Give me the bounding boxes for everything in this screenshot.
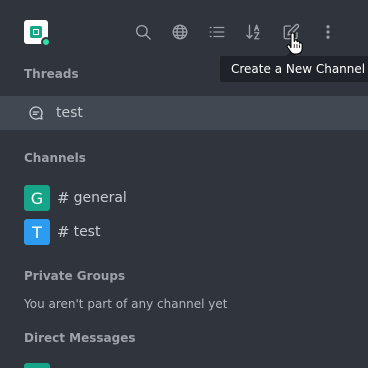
search-button[interactable] [133,22,153,42]
channel-name: general [73,190,127,206]
sidebar-header [0,0,368,64]
direct-messages-section-title: Direct Messages [24,331,136,345]
channel-avatar: G [24,185,50,211]
thread-item-label: test [56,105,83,121]
channel-item-general[interactable]: G # general [24,185,344,211]
globe-icon [172,24,188,40]
channel-avatar: T [24,219,50,245]
direct-message-avatar[interactable] [24,363,50,368]
directory-button[interactable] [170,22,190,42]
search-icon [135,24,151,40]
channels-section-title: Channels [24,151,86,165]
hashtag-icon: # [57,223,70,241]
channel-item-test[interactable]: T # test [24,219,344,245]
online-status-dot [41,37,51,47]
threads-section-title: Threads [24,67,79,81]
thread-bubble-icon [29,106,43,120]
user-avatar[interactable] [24,20,51,47]
hand-pointer-cursor-icon [286,32,303,55]
view-mode-button[interactable] [207,22,227,42]
thread-item-test[interactable]: test [0,96,368,130]
hashtag-icon: # [57,189,70,207]
kebab-menu-icon [326,25,330,39]
options-menu-button[interactable] [318,22,338,42]
private-groups-empty-text: You aren't part of any channel yet [24,297,228,311]
sort-az-icon [246,24,260,40]
avatar-logo [30,26,42,38]
create-channel-tooltip: Create a New Channel [220,51,368,82]
list-view-icon [209,26,225,38]
private-groups-section-title: Private Groups [24,269,126,283]
channel-name: test [73,224,101,240]
sort-button[interactable] [244,22,264,42]
